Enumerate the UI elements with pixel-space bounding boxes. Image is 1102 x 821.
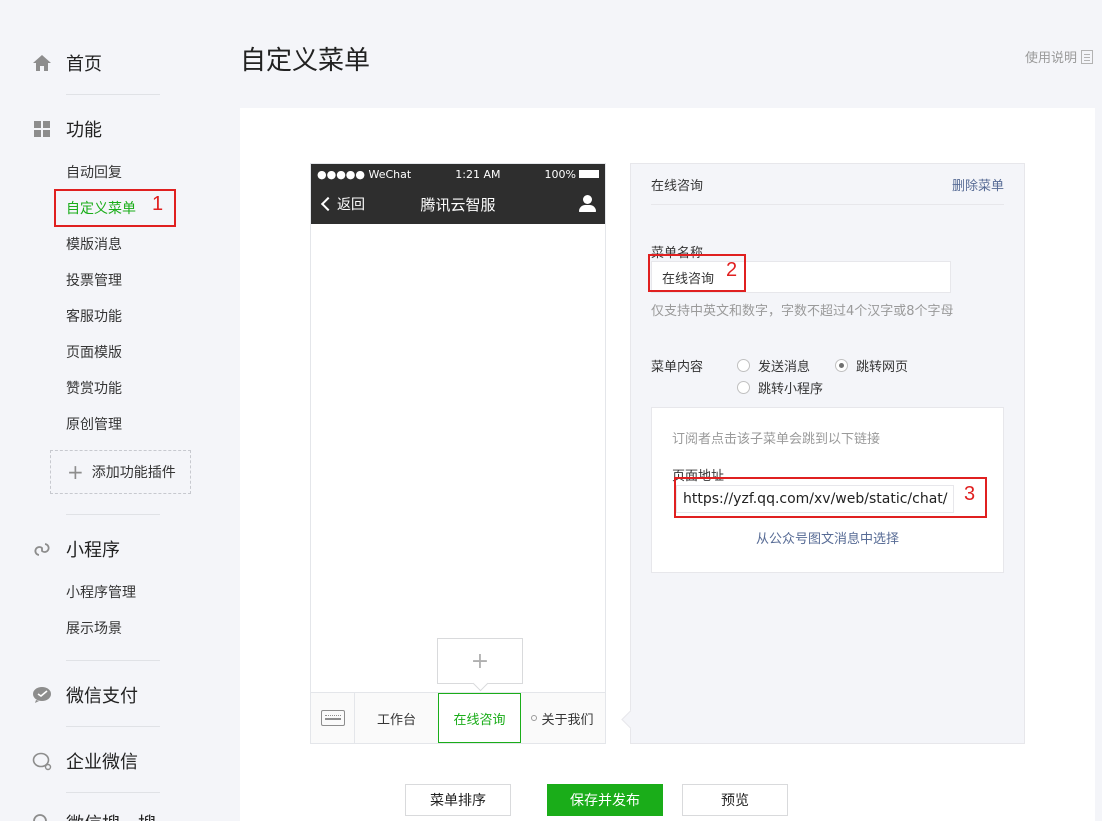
work-wechat-icon [32,751,52,771]
radio-icon [737,381,750,394]
save-publish-button[interactable]: 保存并发布 [547,784,663,816]
editor-header: 在线咨询 删除菜单 [651,164,1004,205]
document-icon [1081,49,1093,64]
divider [66,792,160,793]
annotation-number-2: 2 [726,259,738,281]
keyboard-icon [320,710,345,726]
sidebar-group-function[interactable]: 功能 [32,116,102,142]
sidebar-item-mini-program-manage[interactable]: 小程序管理 [66,582,136,602]
status-bar: ●●●●● WeChat 1:21 AM 100% [311,164,605,184]
sidebar-group-label: 微信支付 [66,686,138,707]
help-label: 使用说明 [1024,51,1077,66]
sidebar-item-template-message[interactable]: 模版消息 [66,234,122,254]
preview-button[interactable]: 预览 [682,784,788,816]
sidebar-group-wechat-pay[interactable]: 微信支付 [32,682,138,708]
sort-menu-button[interactable]: 菜单排序 [405,784,511,816]
menu-item-online-consult[interactable]: 在线咨询 [438,693,521,743]
radio-label: 跳转网页 [856,360,909,375]
annotation-number-1: 1 [152,193,164,215]
url-description: 订阅者点击该子菜单会跳到以下链接 [672,432,881,447]
radio-icon [737,359,750,372]
sidebar-item-page-template[interactable]: 页面模版 [66,342,122,362]
battery-label: 100% [544,167,576,181]
user-icon[interactable] [579,195,596,213]
sidebar: 首页 功能 自动回复 自定义菜单 模版消息 投票管理 客服功能 页面模版 赞赏功… [0,0,200,821]
back-label: 返回 [337,197,365,213]
add-plugin-label: 添加功能插件 [91,465,176,481]
search-icon [32,813,52,821]
radio-send-message[interactable]: 发送消息 [737,356,810,375]
menu-item-about-us[interactable]: 关于我们 [521,693,604,743]
page-title: 自定义菜单 [240,46,371,76]
sidebar-item-auto-reply[interactable]: 自动回复 [66,162,122,182]
sidebar-group-work-wechat[interactable]: 企业微信 [32,748,138,774]
divider [66,94,160,95]
delete-menu-link[interactable]: 删除菜单 [952,175,1004,194]
radio-label: 发送消息 [758,360,811,375]
plus-icon: + [470,648,490,674]
divider [66,726,160,727]
mini-program-icon [32,539,52,559]
add-plugin-button[interactable]: + 添加功能插件 [50,450,191,494]
add-submenu-button[interactable]: + [437,638,523,684]
wechat-pay-icon [32,685,52,705]
sidebar-group-label: 微信搜一搜 [66,810,156,821]
sidebar-group-label: 功能 [66,120,102,141]
pick-article-link[interactable]: 从公众号图文消息中选择 [652,528,1003,547]
back-button[interactable]: 返回 [319,194,365,214]
carrier-label: ●●●●● WeChat [317,167,412,181]
menu-item-label: 关于我们 [541,712,594,728]
editor-menu-title: 在线咨询 [651,178,704,194]
grid-icon [32,119,52,139]
radio-selected-icon [835,359,848,372]
menu-editor-panel: ●●●●● WeChat 1:21 AM 100% 返回 腾讯云智服 + 工作台… [240,108,1095,821]
divider [66,514,160,515]
home-icon [32,53,52,73]
sidebar-group-home[interactable]: 首页 [32,50,102,76]
phone-preview: ●●●●● WeChat 1:21 AM 100% 返回 腾讯云智服 + 工作台… [310,163,606,744]
plus-icon: + [67,460,84,484]
battery-icon [579,170,599,178]
chevron-left-icon [320,196,336,212]
annotation-box-3 [674,477,987,518]
menu-content-label: 菜单内容 [651,360,704,375]
submenu-dot-icon [531,715,538,721]
sidebar-item-reward[interactable]: 赞赏功能 [66,378,122,398]
sidebar-group-search[interactable]: 微信搜一搜 [32,810,156,821]
battery-status: 100% [545,168,599,181]
sidebar-group-label: 企业微信 [66,752,138,773]
sidebar-item-vote[interactable]: 投票管理 [66,270,122,290]
sidebar-item-scenes[interactable]: 展示场景 [66,618,122,638]
sidebar-group-label: 首页 [66,54,102,75]
menu-name-hint: 仅支持中英文和数字，字数不超过4个汉字或8个字母 [651,304,954,319]
sidebar-group-label: 小程序 [66,540,120,561]
radio-label: 跳转小程序 [758,382,824,397]
phone-nav-bar: 返回 腾讯云智服 [311,184,605,224]
help-link[interactable]: 使用说明 [1025,47,1093,66]
keyboard-toggle[interactable] [311,693,355,743]
status-time: 1:21 AM [455,167,501,181]
sidebar-group-mini-program[interactable]: 小程序 [32,536,120,562]
radio-jump-webpage[interactable]: 跳转网页 [835,356,908,375]
menu-properties-editor: 在线咨询 删除菜单 菜单名称 仅支持中英文和数字，字数不超过4个汉字或8个字母 … [630,163,1025,744]
sidebar-item-customer-service[interactable]: 客服功能 [66,306,122,326]
annotation-number-3: 3 [964,483,976,505]
menu-item-workbench[interactable]: 工作台 [355,693,438,743]
sidebar-item-original[interactable]: 原创管理 [66,414,122,434]
divider [66,660,160,661]
radio-jump-mini-program[interactable]: 跳转小程序 [737,378,823,397]
phone-menu-bar: 工作台 在线咨询 关于我们 [311,692,605,743]
